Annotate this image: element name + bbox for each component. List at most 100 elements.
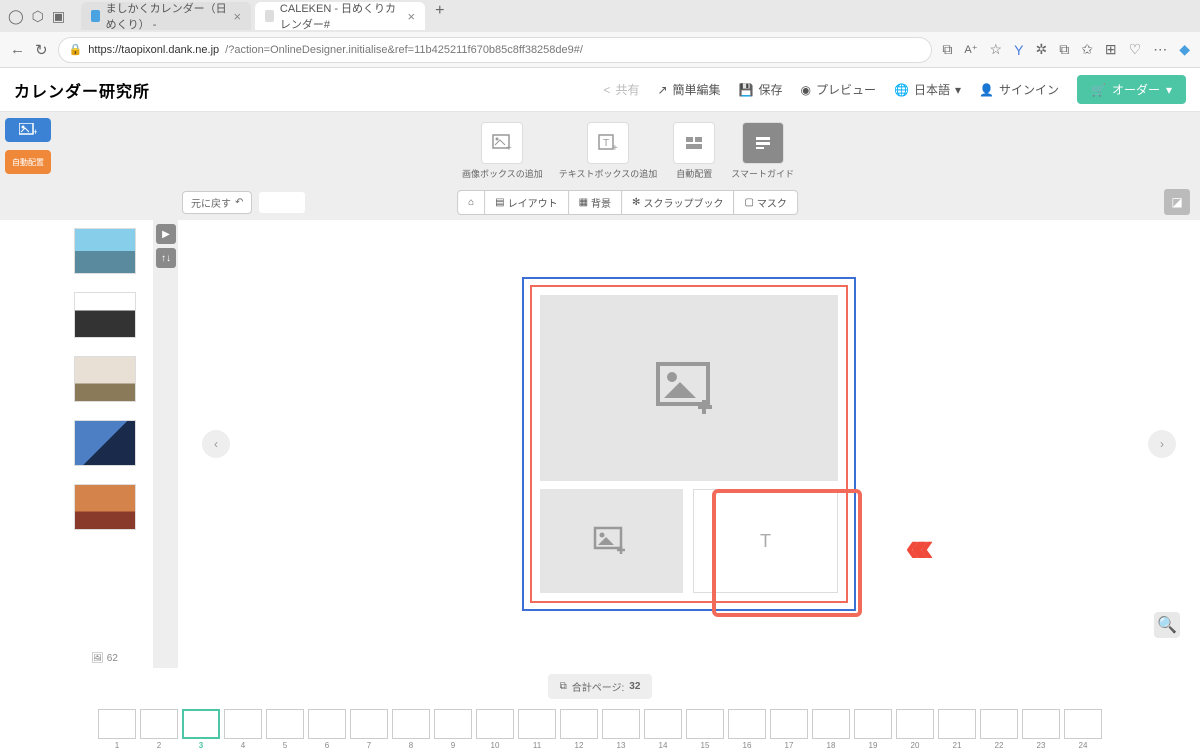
copilot-icon[interactable]: ◆ xyxy=(1179,41,1190,58)
menu-icon[interactable]: ⋯ xyxy=(1153,41,1167,58)
save-button[interactable]: 💾保存 xyxy=(739,81,783,98)
page-frame[interactable]: T «« xyxy=(522,277,856,611)
page-thumbnail[interactable] xyxy=(854,709,892,739)
page-thumbnail[interactable] xyxy=(896,709,934,739)
background-tab[interactable]: ▦背景 xyxy=(568,190,622,215)
page-number: 24 xyxy=(1079,741,1088,750)
page-number: 6 xyxy=(325,741,329,750)
auto-layout-sidebar-button[interactable]: 自動配置 xyxy=(5,150,51,174)
undo-button[interactable]: 元に戻す↶ xyxy=(182,191,252,214)
svg-text:+: + xyxy=(506,143,512,152)
page-thumbnail[interactable] xyxy=(1064,709,1102,739)
add-image-sidebar-button[interactable]: + xyxy=(5,118,51,142)
smart-guide-button[interactable] xyxy=(742,122,784,164)
redo-button[interactable] xyxy=(258,191,306,214)
add-image-box-button[interactable]: + xyxy=(481,122,523,164)
reader-icon[interactable]: ⧉ xyxy=(942,41,952,58)
profile-icon[interactable]: ◯ xyxy=(8,8,24,25)
refresh-button[interactable]: ↻ xyxy=(35,41,48,59)
tool-label: テキストボックスの追加 xyxy=(559,167,657,180)
page-thumbnail[interactable] xyxy=(308,709,346,739)
page-thumbnail[interactable] xyxy=(602,709,640,739)
page-thumbnail[interactable] xyxy=(812,709,850,739)
page-thumbnail[interactable] xyxy=(350,709,388,739)
page-thumbnail[interactable] xyxy=(518,709,556,739)
page-thumbnail[interactable] xyxy=(476,709,514,739)
sidebar-toggle-icon[interactable]: ▣ xyxy=(52,8,65,25)
page-number: 10 xyxy=(491,741,500,750)
page-number: 14 xyxy=(659,741,668,750)
url-input[interactable]: 🔒 https://taopixonl.dank.ne.jp/?action=O… xyxy=(58,37,933,63)
favorite-icon[interactable]: ☆ xyxy=(990,41,1003,58)
image-placeholder-large[interactable] xyxy=(540,295,838,481)
page-thumbnail[interactable] xyxy=(224,709,262,739)
page-thumbnail[interactable] xyxy=(140,709,178,739)
page-thumbnail[interactable] xyxy=(98,709,136,739)
expand-panel-button[interactable]: ▶ xyxy=(156,224,176,244)
svg-text:+: + xyxy=(33,127,37,137)
image-thumbnail[interactable] xyxy=(74,292,136,338)
next-page-button[interactable]: › xyxy=(1148,430,1176,458)
browser-tab[interactable]: CALEKEN - 日めくりカレンダー# × xyxy=(255,2,425,30)
main-area: 🖼62 ▶ ↑↓ ‹ › 🔍 T «« xyxy=(0,220,1200,668)
page-thumbnail[interactable] xyxy=(770,709,808,739)
panel-toggle-button[interactable]: ◪ xyxy=(1164,189,1190,215)
share-icon: < xyxy=(603,83,610,97)
top-toolbar: + 画像ボックスの追加 T+ テキストボックスの追加 自動配置 xyxy=(56,112,1200,190)
sort-button[interactable]: ↑↓ xyxy=(156,248,176,268)
workspace-icon[interactable]: ⬡ xyxy=(32,8,44,25)
image-thumbnail[interactable] xyxy=(74,356,136,402)
easy-edit-button[interactable]: ↗簡単編集 xyxy=(657,81,720,98)
zoom-in-button[interactable]: 🔍 xyxy=(1154,612,1180,638)
page-thumbnail[interactable] xyxy=(980,709,1018,739)
scrapbook-icon: ✻ xyxy=(632,197,640,208)
extension-y-icon[interactable]: Y xyxy=(1014,42,1023,58)
close-icon[interactable]: × xyxy=(408,9,416,24)
home-button[interactable]: ⌂ xyxy=(457,190,485,215)
app-icon[interactable]: ⊞ xyxy=(1105,41,1117,58)
logo: カレンダー研究所 xyxy=(14,78,150,102)
close-icon[interactable]: × xyxy=(234,9,242,24)
preview-button[interactable]: ◉プレビュー xyxy=(801,81,877,98)
page-thumbnail[interactable] xyxy=(266,709,304,739)
extensions-icon[interactable]: ✲ xyxy=(1035,41,1047,58)
heart-icon[interactable]: ♡ xyxy=(1129,41,1142,58)
browser-tab[interactable]: ましかくカレンダー（日めくり） - × xyxy=(81,2,251,30)
layout-tab[interactable]: ▤レイアウト xyxy=(484,190,568,215)
scrapbook-tab[interactable]: ✻スクラップブック xyxy=(621,190,734,215)
back-button[interactable]: ← xyxy=(10,41,25,58)
page-thumbnail[interactable] xyxy=(434,709,472,739)
image-thumbnail[interactable] xyxy=(74,228,136,274)
add-text-box-button[interactable]: T+ xyxy=(587,122,629,164)
page-thumbnail[interactable] xyxy=(560,709,598,739)
layout-icon: ▤ xyxy=(495,197,504,208)
page-thumbnail[interactable] xyxy=(938,709,976,739)
page-thumbnail[interactable] xyxy=(1022,709,1060,739)
collections-icon[interactable]: ⧉ xyxy=(1059,41,1069,58)
panel-icon: ◪ xyxy=(1171,195,1182,209)
signin-button[interactable]: 👤サインイン xyxy=(979,81,1059,98)
image-thumbnail[interactable] xyxy=(74,484,136,530)
image-thumbnail[interactable] xyxy=(74,420,136,466)
text-size-icon[interactable]: A⁺ xyxy=(964,43,977,56)
page-number: 3 xyxy=(199,741,203,750)
text-placeholder[interactable]: T xyxy=(693,489,838,593)
page-thumbnail[interactable] xyxy=(644,709,682,739)
page-thumbnail[interactable] xyxy=(728,709,766,739)
page-thumbnail[interactable] xyxy=(686,709,724,739)
page-strip[interactable]: 123456789101112131415161718192021222324 xyxy=(0,705,1200,756)
prev-page-button[interactable]: ‹ xyxy=(202,430,230,458)
page-number: 23 xyxy=(1037,741,1046,750)
new-tab-button[interactable]: + xyxy=(429,2,450,30)
language-selector[interactable]: 🌐日本語▾ xyxy=(894,81,961,98)
image-placeholder-small[interactable] xyxy=(540,489,683,593)
favorites-bar-icon[interactable]: ✩ xyxy=(1081,41,1093,58)
save-icon: 💾 xyxy=(739,83,754,97)
auto-arrange-button[interactable] xyxy=(673,122,715,164)
canvas[interactable]: ‹ › 🔍 T «« xyxy=(178,220,1200,668)
mask-tab[interactable]: ▢マスク xyxy=(733,190,797,215)
order-button[interactable]: 🛒オーダー▾ xyxy=(1077,75,1186,104)
share-button[interactable]: <共有 xyxy=(603,81,639,98)
page-thumbnail[interactable] xyxy=(182,709,220,739)
page-thumbnail[interactable] xyxy=(392,709,430,739)
